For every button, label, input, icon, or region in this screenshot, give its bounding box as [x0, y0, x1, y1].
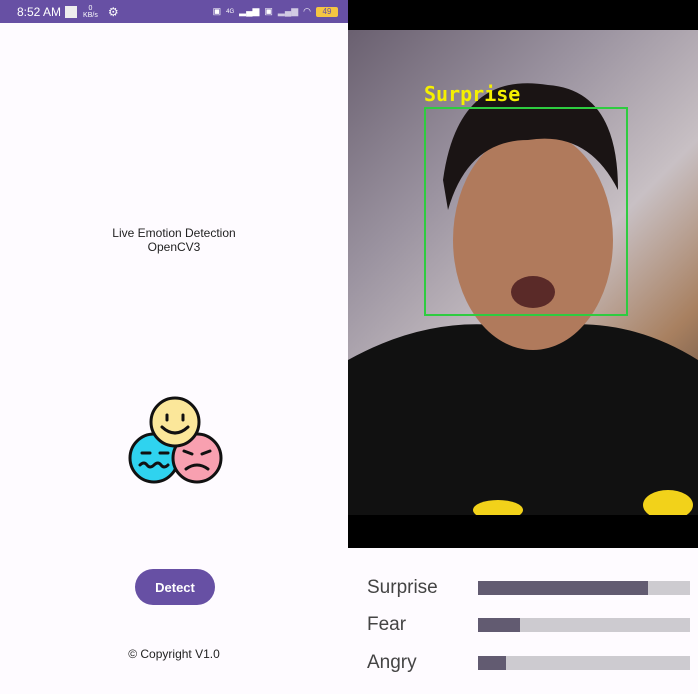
detect-button[interactable]: Detect [135, 569, 215, 605]
camera-preview: Surprise [348, 0, 698, 548]
title-line-2: OpenCV3 [147, 240, 201, 254]
detection-screen: Surprise Surprise Fear Angry [348, 0, 698, 694]
emotion-row-angry: Angry [367, 652, 692, 674]
emotion-label: Surprise [367, 577, 438, 598]
emotion-label: Fear [367, 614, 407, 635]
camera-frame: Surprise [348, 30, 698, 515]
emotion-bar-fill [478, 581, 648, 595]
signal-icon-2: ▂▄▆ [277, 6, 299, 16]
net-speed-unit: KB/s [83, 11, 98, 19]
volte-icon: ▣ [212, 6, 222, 16]
emotion-bar [478, 656, 690, 670]
copyright-text: © Copyright V1.0 [128, 647, 220, 661]
status-bar: 8:52 AM 0 KB/s ⚙ ▣ 4G ▂▄▆ ▣ ▂▄▆ ◠ 49 [0, 0, 348, 23]
title-line-1: Live Emotion Detection [112, 226, 236, 240]
emotion-bar-fill [478, 656, 506, 670]
net-speed-value: 0 [88, 4, 93, 12]
emotion-label: Angry [367, 652, 417, 673]
wifi-icon: ◠ [303, 6, 311, 16]
home-screen: 8:52 AM 0 KB/s ⚙ ▣ 4G ▂▄▆ ▣ ▂▄▆ ◠ 49 Live… [0, 0, 348, 694]
emotions-logo-icon [128, 396, 223, 484]
signal-icon: ▂▄▆ [239, 6, 260, 16]
emotion-row-surprise: Surprise [367, 577, 692, 599]
net-speed: 0 KB/s [83, 5, 98, 19]
emotion-bar-fill [478, 618, 521, 632]
detected-emotion-label: Surprise [424, 82, 521, 106]
app-title: Live Emotion Detection OpenCV3 [0, 226, 348, 254]
battery-icon: 49 [316, 6, 338, 17]
emotion-bar [478, 618, 690, 632]
net-type: 4G [226, 8, 235, 15]
face-bounding-box [424, 107, 628, 316]
emotion-bar [478, 581, 690, 595]
notification-icon [65, 5, 78, 18]
settings-gear-icon: ⚙ [107, 4, 119, 19]
emotion-row-fear: Fear [367, 614, 692, 636]
volte-icon-2: ▣ [264, 6, 273, 16]
status-time: 8:52 AM [17, 4, 62, 19]
